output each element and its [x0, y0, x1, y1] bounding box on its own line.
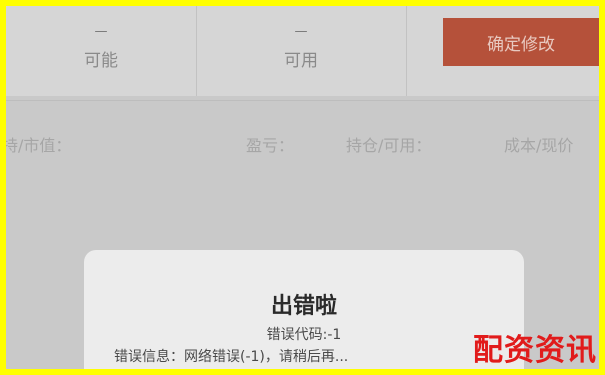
watermark-text: 配资资讯: [473, 333, 597, 368]
error-dialog: 出错啦 错误代码:-1 错误信息：网络错误(-1)，请稍后再...: [84, 250, 524, 369]
error-dialog-title: 出错啦: [270, 294, 337, 319]
trade-toolbar: — 可能 — 可用 确定修改: [6, 6, 599, 96]
error-info-text: 错误信息：网络错误(-1)，请稍后再...: [114, 349, 349, 365]
available-quantity-label: 可用: [284, 51, 318, 71]
field-profit-loss: 盈亏：: [246, 136, 295, 155]
position-field-labels: 持/市值： 盈亏： 持仓/可用： 成本/现价: [6, 118, 599, 168]
confirm-modify-button[interactable]: 确定修改: [443, 18, 599, 66]
tradable-quantity-label: 可能: [84, 51, 118, 71]
tradable-quantity-value: —: [94, 24, 108, 39]
field-market-value: 持/市值：: [6, 136, 72, 155]
field-position-available: 持仓/可用：: [346, 136, 432, 155]
app-screen: — 可能 — 可用 确定修改 持/市值： 盈亏： 持仓/可用： 成本/现价 出错…: [6, 6, 599, 369]
error-code-text: 错误代码:-1: [266, 327, 342, 343]
toolbar-divider: [6, 100, 599, 101]
tradable-quantity-cell: — 可能: [6, 6, 197, 96]
available-quantity-value: —: [294, 24, 308, 39]
field-cost-price: 成本/现价: [504, 136, 574, 155]
available-quantity-cell: — 可用: [196, 6, 407, 96]
